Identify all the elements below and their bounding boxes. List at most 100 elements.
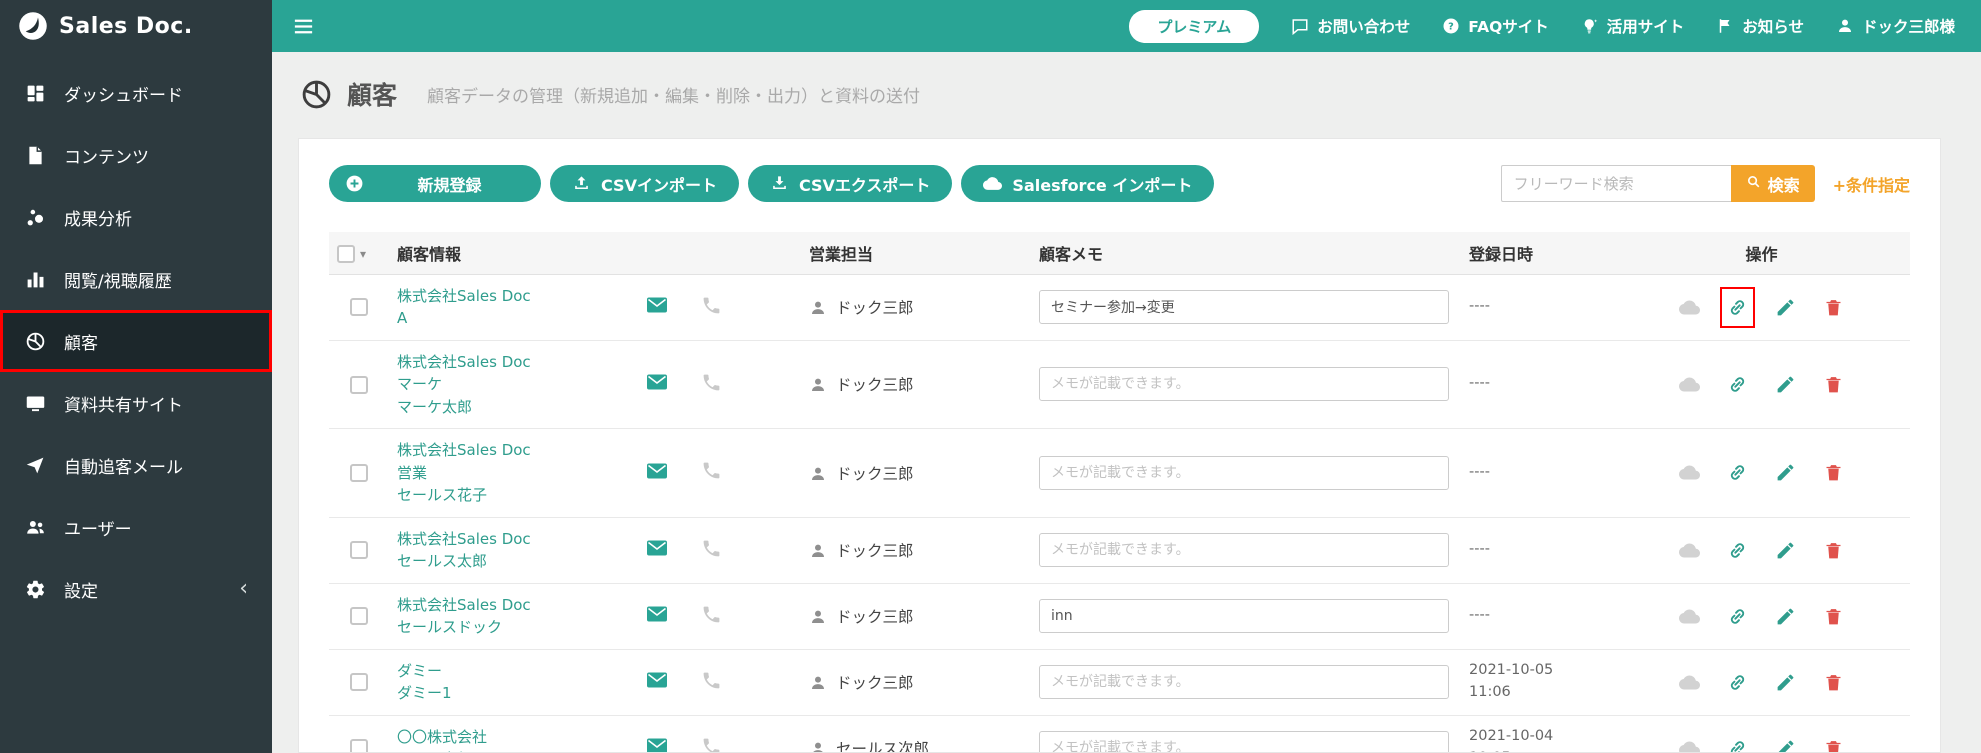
csv-export-button[interactable]: CSVエクスポート [747,165,953,202]
customer-link[interactable]: 株式会社Sales Doc [397,439,619,462]
send-mail-icon[interactable] [645,536,669,560]
memo-input[interactable] [1039,455,1449,490]
salesforce-import-button[interactable]: Salesforce インポート [961,165,1215,202]
topbar-link-news[interactable]: お知らせ [1716,15,1804,37]
topbar-link-faq[interactable]: ? FAQサイト [1442,15,1549,37]
send-mail-icon[interactable] [645,602,669,626]
sidebar-item-auto-mail[interactable]: 自動追客メール [0,434,272,496]
menu-toggle-icon[interactable] [292,15,315,38]
link-action-icon[interactable] [1727,738,1748,752]
customer-link[interactable]: セールスドック [397,616,619,639]
link-action-icon[interactable] [1727,672,1748,693]
memo-input[interactable] [1039,599,1449,633]
customer-link[interactable]: テスト次郎 [397,748,619,752]
customer-link[interactable]: ダミー1 [397,682,619,705]
sidebar-item-contents[interactable]: コンテンツ [0,124,272,186]
edit-action-icon[interactable] [1775,606,1796,627]
csv-import-button[interactable]: CSVインポート [550,165,739,202]
customer-link[interactable]: 株式会社Sales Doc [397,594,619,617]
keyword-search-input[interactable] [1500,165,1731,202]
send-mail-icon[interactable] [645,459,669,483]
customer-link[interactable]: セールス花子 [397,484,619,507]
sidebar-item-customers[interactable]: 顧客 [0,310,272,372]
app-logo[interactable]: Sales Doc. [0,0,272,52]
main-area: プレミアム お問い合わせ ? FAQサイト 活用サイト お知らせ ドック三郎様 [272,0,1981,753]
phone-icon[interactable] [701,604,722,625]
send-mail-icon[interactable] [645,293,669,317]
customer-link[interactable]: 〇〇株式会社 [397,726,619,749]
phone-icon[interactable] [701,670,722,691]
row-checkbox[interactable] [350,464,368,482]
edit-action-icon[interactable] [1775,738,1796,752]
row-checkbox[interactable] [350,739,368,752]
edit-action-icon[interactable] [1775,540,1796,561]
customer-link[interactable]: マーケ太郎 [397,396,619,419]
sidebar-item-settings[interactable]: 設定 ‹ [0,558,272,620]
sidebar-item-label: ユーザー [64,519,132,540]
link-action-icon[interactable] [1727,540,1748,561]
phone-icon[interactable] [701,538,722,559]
sidebar-item-analysis[interactable]: 成果分析 [0,186,272,248]
row-checkbox[interactable] [350,673,368,692]
cloud-action-icon[interactable] [1679,374,1701,395]
delete-action-icon[interactable] [1823,738,1844,752]
delete-action-icon[interactable] [1823,606,1844,627]
customer-link[interactable]: 営業 [397,462,619,485]
phone-icon[interactable] [701,372,722,393]
cloud-action-icon[interactable] [1679,738,1701,752]
customer-link[interactable]: ダミー [397,660,619,683]
chevron-down-icon[interactable]: ▾ [360,247,366,261]
customer-link[interactable]: 株式会社Sales Doc [397,351,619,374]
cloud-action-icon[interactable] [1679,462,1701,483]
cloud-action-icon[interactable] [1679,297,1701,318]
sidebar-item-dashboard[interactable]: ダッシュボード [0,62,272,124]
row-checkbox[interactable] [350,375,368,394]
link-action-icon[interactable] [1720,286,1756,328]
edit-action-icon[interactable] [1775,672,1796,693]
link-action-icon[interactable] [1727,606,1748,627]
topbar-link-utilization[interactable]: 活用サイト [1581,15,1684,37]
select-all-checkbox[interactable] [337,244,355,263]
phone-icon[interactable] [701,736,722,752]
new-register-button[interactable]: 新規登録 [329,165,541,202]
send-mail-icon[interactable] [645,370,669,394]
sales-rep-name: ドック三郎 [836,376,914,395]
link-action-icon[interactable] [1727,374,1748,395]
memo-input[interactable] [1039,665,1449,699]
condition-filter-link[interactable]: +条件指定 [1833,172,1910,196]
customer-link[interactable]: マーケ [397,373,619,396]
memo-input[interactable] [1039,533,1449,567]
delete-action-icon[interactable] [1823,672,1844,693]
memo-input[interactable] [1039,367,1449,402]
customer-link[interactable]: 株式会社Sales Doc [397,285,619,308]
topbar-link-contact[interactable]: お問い合わせ [1291,15,1410,37]
topbar-link-account[interactable]: ドック三郎様 [1836,15,1955,37]
cloud-action-icon[interactable] [1679,540,1701,561]
memo-input[interactable] [1039,731,1449,752]
search-button[interactable]: 検索 [1730,165,1815,202]
send-mail-icon[interactable] [645,668,669,692]
edit-action-icon[interactable] [1775,374,1796,395]
cloud-action-icon[interactable] [1679,672,1701,693]
delete-action-icon[interactable] [1823,540,1844,561]
memo-input[interactable] [1039,290,1449,324]
edit-action-icon[interactable] [1775,462,1796,483]
delete-action-icon[interactable] [1823,297,1844,318]
row-checkbox[interactable] [350,541,368,560]
row-checkbox[interactable] [350,298,368,317]
delete-action-icon[interactable] [1823,462,1844,483]
customer-link[interactable]: 株式会社Sales Doc [397,528,619,551]
delete-action-icon[interactable] [1823,374,1844,395]
send-mail-icon[interactable] [645,734,669,752]
phone-icon[interactable] [701,295,722,316]
customer-link[interactable]: A [397,307,619,330]
sidebar-item-view-history[interactable]: 閲覧/視聴履歴 [0,248,272,310]
phone-icon[interactable] [701,460,722,481]
sidebar-item-users[interactable]: ユーザー [0,496,272,558]
sidebar-item-share-site[interactable]: 資料共有サイト [0,372,272,434]
row-checkbox[interactable] [350,607,368,626]
link-action-icon[interactable] [1727,462,1748,483]
cloud-action-icon[interactable] [1679,606,1701,627]
customer-link[interactable]: セールス太郎 [397,550,619,573]
edit-action-icon[interactable] [1775,297,1796,318]
